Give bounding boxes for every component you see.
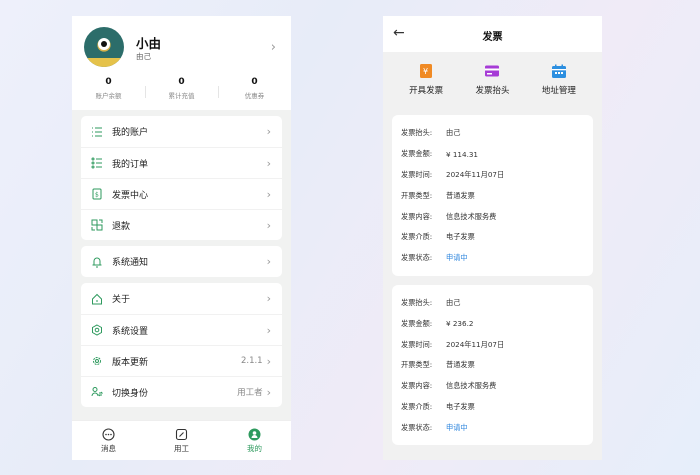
status-badge: 申请中 bbox=[446, 422, 468, 432]
menu-item-system-settings[interactable]: 系统设置 › bbox=[81, 314, 282, 345]
refund-icon bbox=[90, 219, 103, 232]
stat-balance[interactable]: 0 账户余额 bbox=[72, 77, 145, 100]
chevron-right-icon: › bbox=[266, 354, 271, 368]
stats-bar: 0 账户余额 0 累计充值 0 优惠券 bbox=[72, 77, 291, 100]
invoice-field: 发票内容: 信息技术服务费 bbox=[401, 381, 497, 391]
invoice-field: 发票介质: 电子发票 bbox=[401, 232, 475, 242]
invoice-field: 发票内容: 信息技术服务费 bbox=[401, 211, 497, 221]
address-icon bbox=[551, 62, 567, 80]
invoice-card[interactable]: 发票抬头: 由己 发票金额: ¥ 114.31 发票时间: 2024年11月07日 开… bbox=[392, 115, 593, 276]
chevron-right-icon[interactable]: › bbox=[271, 40, 276, 55]
menu-group-account: 我的账户 › 我的订单 › $ 发票中心 › 退款 › bbox=[81, 116, 282, 240]
invoice-field: 发票时间: 2024年11月07日 bbox=[401, 339, 505, 349]
menu-item-version-update[interactable]: 版本更新 2.1.1 › bbox=[81, 345, 282, 376]
work-icon bbox=[175, 427, 188, 441]
menu-item-switch-identity[interactable]: 切换身份 用工者 › bbox=[81, 376, 282, 407]
profile-icon bbox=[248, 427, 261, 441]
menu-item-my-orders[interactable]: 我的订单 › bbox=[81, 147, 282, 178]
invoice-field: 发票状态: 申请中 bbox=[401, 253, 468, 263]
chevron-right-icon: › bbox=[266, 323, 271, 337]
chevron-right-icon: › bbox=[266, 156, 271, 170]
invoice-header-button[interactable]: 发票抬头 bbox=[459, 52, 525, 106]
invoice-actions: ¥ 开具发票 发票抬头 地址管理 bbox=[383, 52, 602, 106]
user-identity: 由己 bbox=[136, 52, 151, 61]
chevron-right-icon: › bbox=[266, 125, 271, 138]
invoice-header-icon bbox=[484, 62, 500, 80]
menu-item-system-notice[interactable]: 系统通知 › bbox=[81, 246, 282, 277]
invoice-field: 开票类型: 普通发票 bbox=[401, 360, 475, 370]
chevron-right-icon: › bbox=[266, 292, 271, 305]
tab-messages[interactable]: 消息 bbox=[72, 421, 145, 460]
chevron-right-icon: › bbox=[266, 187, 271, 201]
page-title: 发票 bbox=[482, 32, 503, 43]
chevron-right-icon: › bbox=[266, 255, 271, 268]
issue-invoice-button[interactable]: ¥ 开具发票 bbox=[393, 52, 459, 106]
nav-bar: ← 发票 bbox=[383, 16, 602, 52]
menu-group-notify: 系统通知 › bbox=[81, 246, 282, 277]
menu-item-refund[interactable]: 退款 › bbox=[81, 209, 282, 240]
svg-text:¥: ¥ bbox=[423, 67, 428, 76]
menu-group-settings: 关于 › 系统设置 › 版本更新 2.1.1 › 切换身份 用工者 › bbox=[81, 283, 282, 407]
orders-icon bbox=[90, 157, 103, 170]
invoice-icon: $ bbox=[90, 188, 103, 201]
version-value: 2.1.1 bbox=[240, 356, 263, 366]
stat-recharge[interactable]: 0 累计充值 bbox=[145, 77, 218, 100]
invoice-field: 发票介质: 电子发票 bbox=[401, 401, 475, 411]
user-name: 小由 bbox=[136, 36, 162, 51]
identity-value: 用工者 bbox=[237, 388, 263, 398]
menu-item-about[interactable]: 关于 › bbox=[81, 283, 282, 314]
avatar[interactable] bbox=[84, 27, 124, 67]
invoice-field: 发票状态: 申请中 bbox=[401, 422, 468, 432]
invoice-card[interactable]: 发票抬头: 由己 发票金额: ¥ 236.2 发票时间: 2024年11月07日 开票… bbox=[392, 284, 593, 446]
home-icon bbox=[90, 292, 103, 305]
stat-coupons[interactable]: 0 优惠券 bbox=[218, 77, 291, 100]
settings-icon bbox=[90, 324, 103, 337]
tab-work[interactable]: 用工 bbox=[145, 421, 218, 460]
bell-icon bbox=[90, 255, 103, 268]
svg-text:$: $ bbox=[95, 192, 99, 199]
invoice-field: 发票抬头: 由己 bbox=[401, 297, 461, 307]
profile-screen: 小由 由己 › 0 账户余额 0 累计充值 0 优惠券 我的账户 › 我的订单 … bbox=[72, 16, 291, 460]
invoice-field: 发票金额: ¥ 236.2 bbox=[401, 318, 474, 329]
address-management-button[interactable]: 地址管理 bbox=[526, 52, 592, 106]
profile-header[interactable]: 小由 由己 › 0 账户余额 0 累计充值 0 优惠券 bbox=[72, 16, 291, 110]
tab-bar: 消息 用工 我的 bbox=[72, 420, 291, 460]
invoice-field: 发票抬头: 由己 bbox=[401, 128, 461, 138]
invoice-field: 开票类型: 普通发票 bbox=[401, 190, 475, 200]
list-icon bbox=[90, 125, 103, 138]
invoice-screen: ← 发票 ¥ 开具发票 发票抬头 地址管理 发票抬头: 由己 发票金额: ¥ 114… bbox=[383, 16, 602, 460]
message-icon bbox=[102, 427, 115, 441]
menu-item-my-account[interactable]: 我的账户 › bbox=[81, 116, 282, 147]
chevron-right-icon: › bbox=[266, 385, 271, 399]
invoice-field: 发票金额: ¥ 114.31 bbox=[401, 149, 479, 159]
menu-item-invoice-center[interactable]: $ 发票中心 › bbox=[81, 178, 282, 209]
tab-mine[interactable]: 我的 bbox=[218, 421, 291, 460]
invoice-field: 发票时间: 2024年11月07日 bbox=[401, 169, 505, 179]
switch-user-icon bbox=[90, 386, 103, 399]
chevron-right-icon: › bbox=[266, 218, 271, 232]
issue-invoice-icon: ¥ bbox=[419, 62, 433, 80]
gear-icon bbox=[90, 355, 103, 368]
status-badge: 申请中 bbox=[446, 253, 468, 263]
